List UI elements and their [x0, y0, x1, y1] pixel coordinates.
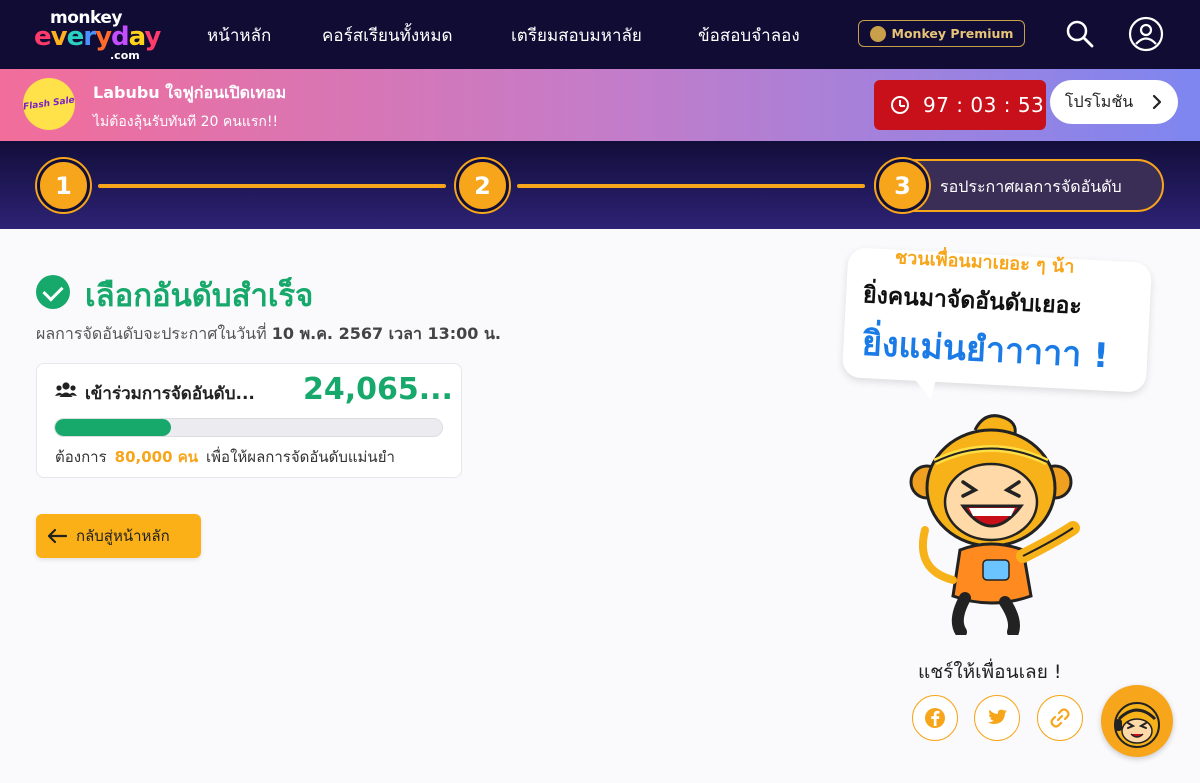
monkey-chat-icon [1114, 702, 1160, 748]
step-3: 3 [876, 159, 929, 212]
step-2: 2 [456, 159, 509, 212]
promotion-button-label: โปรโมชัน [1064, 91, 1134, 111]
site-logo[interactable]: monkey everyday .com [30, 8, 170, 62]
goal-text: ต้องการ 80,000 คน เพื่อให้ผลการจัดอันดับแม… [55, 445, 395, 469]
promo-banner[interactable]: Flash Sale Labubu ใจฟูก่อนเปิดเทอม ไม่ต้… [0, 69, 1200, 141]
logo-domain-text: .com [110, 49, 140, 62]
participants-label: เข้าร่วมการจัดอันดับ... [85, 384, 255, 404]
timer-seconds: 53 [1017, 93, 1045, 117]
step-connector-2 [517, 184, 865, 188]
promotion-button[interactable]: โปรโมชัน [1050, 80, 1178, 124]
announcement-text: ผลการจัดอันดับจะประกาศในวันที่ 10 พ.ค. 2… [36, 322, 501, 347]
flash-sale-text: Flash Sale [22, 95, 76, 113]
announcement-date: 10 พ.ค. 2567 เวลา 13:00 น. [271, 324, 502, 343]
link-icon [1050, 708, 1070, 728]
goal-suffix: เพื่อให้ผลการจัดอันดับแม่นยำ [206, 448, 395, 466]
monkey-mascot-illustration [909, 414, 1080, 635]
announcement-prefix: ผลการจัดอันดับจะประกาศในวันที่ [36, 324, 267, 343]
user-profile-icon[interactable] [1128, 16, 1164, 52]
promo-title: Labubu ใจฟูก่อนเปิดเทอม [93, 83, 287, 102]
premium-coin-icon [869, 25, 886, 42]
participants-progress-bar [54, 418, 443, 437]
nav-link-home[interactable]: หน้าหลัก [207, 22, 271, 49]
chevron-right-icon [1153, 94, 1162, 110]
monkey-premium-button[interactable]: Monkey Premium [858, 20, 1025, 47]
share-label: แชร์ให้เพื่อนเลย ! [918, 661, 1062, 683]
check-circle-icon [36, 275, 70, 309]
nav-link-mock-exam[interactable]: ข้อสอบจำลอง [698, 22, 800, 49]
facebook-icon [925, 708, 945, 728]
search-icon[interactable] [1062, 16, 1098, 52]
clock-icon [891, 96, 909, 114]
chat-support-button[interactable] [1101, 685, 1173, 757]
logo-main-text: everyday [34, 22, 161, 52]
timer-hours: 97 [923, 93, 950, 117]
progress-stepper: 1 2 3 รอประกาศผลการจัดอันดับ [0, 141, 1200, 229]
nav-link-university-prep[interactable]: เตรียมสอบมหาลัย [511, 22, 642, 49]
timer-minutes: 03 [970, 93, 997, 117]
nav-link-all-courses[interactable]: คอร์สเรียนทั้งหมด [322, 22, 453, 49]
goal-count: 80,000 คน [114, 448, 199, 466]
participants-count: 24,065... [303, 372, 453, 407]
countdown-timer: 97 : 03 : 53 [874, 80, 1046, 130]
twitter-icon [987, 709, 1008, 724]
participants-progress-fill [55, 419, 172, 436]
flash-sale-badge: Flash Sale [23, 78, 75, 130]
step-1: 1 [37, 159, 90, 212]
back-button-label: กลับสู่หน้าหลัก [76, 527, 170, 545]
users-icon [55, 382, 77, 397]
promo-subtitle: ไม่ต้องลุ้นรับทันที 20 คนแรก!! [93, 114, 279, 130]
back-to-home-button[interactable]: กลับสู่หน้าหลัก [36, 514, 201, 558]
copy-link-button[interactable] [1037, 695, 1083, 741]
arrow-left-icon [47, 528, 68, 544]
share-twitter-button[interactable] [974, 695, 1020, 741]
share-facebook-button[interactable] [912, 695, 958, 741]
countdown-text: 97 : 03 : 53 [923, 93, 1045, 117]
step-3-label: รอประกาศผลการจัดอันดับ [940, 177, 1122, 196]
step-connector-1 [98, 184, 446, 188]
top-navbar: monkey everyday .com หน้าหลัก คอร์สเรียน… [0, 0, 1200, 69]
premium-label: Monkey Premium [891, 26, 1014, 41]
goal-prefix: ต้องการ [55, 448, 107, 466]
page-title: เลือกอันดับสำเร็จ [85, 278, 314, 314]
